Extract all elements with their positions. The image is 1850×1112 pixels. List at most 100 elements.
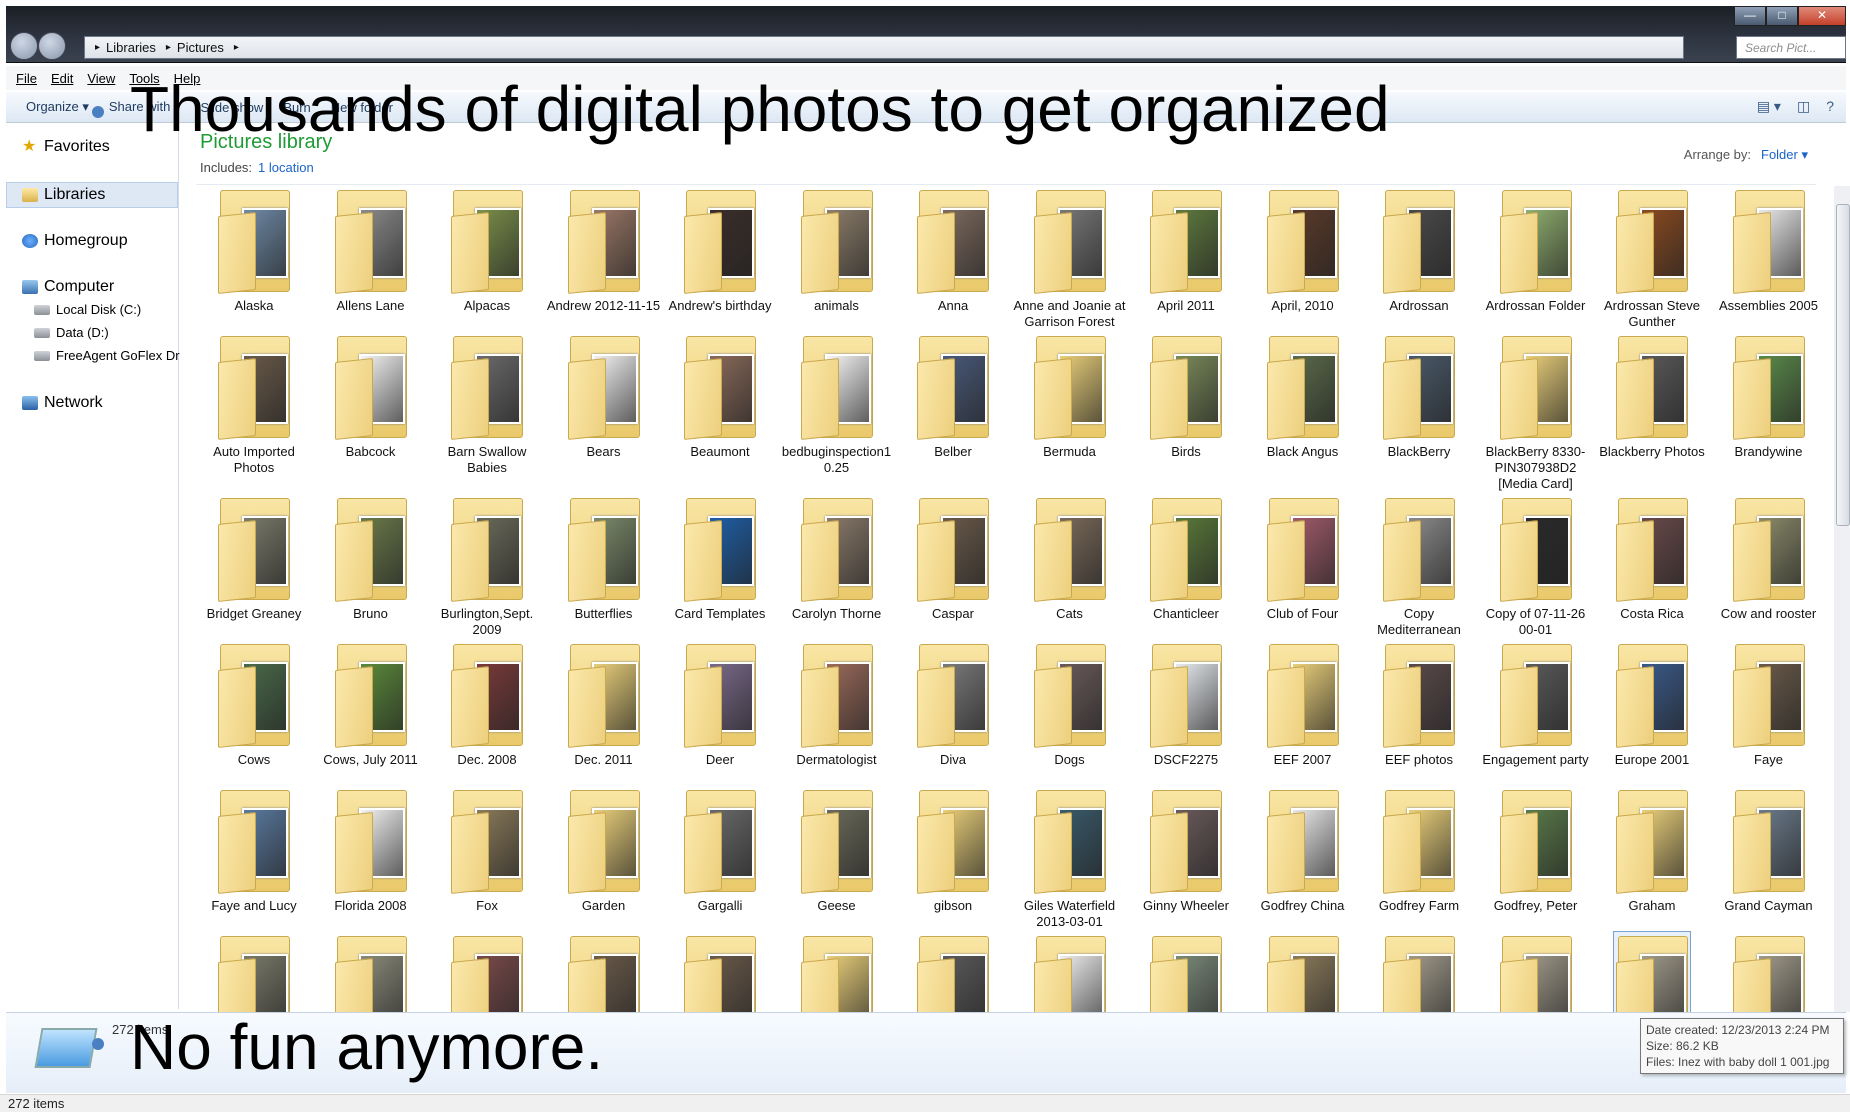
breadcrumb-chevron-icon[interactable]: ▸ xyxy=(166,42,171,53)
folder-item[interactable]: Bruno xyxy=(313,494,429,622)
back-button[interactable] xyxy=(10,32,38,60)
folder-item[interactable]: Godfrey China xyxy=(1245,786,1361,914)
folder-item[interactable]: Black Angus xyxy=(1245,332,1361,460)
nav-freeagent-drive[interactable]: FreeAgent GoFlex Dr xyxy=(34,348,180,363)
scrollbar-thumb[interactable] xyxy=(1836,204,1850,526)
folder-item[interactable]: Giles Waterfield 2013-03-01 xyxy=(1012,786,1128,930)
folder-item[interactable]: Alpacas xyxy=(429,186,545,314)
address-bar[interactable]: ▸ Libraries ▸ Pictures ▸ xyxy=(84,36,1684,59)
folder-item[interactable]: Alaska xyxy=(196,186,312,314)
folder-item[interactable]: gibson xyxy=(895,786,1011,914)
menu-view[interactable]: View xyxy=(87,71,115,86)
folder-item[interactable] xyxy=(196,932,312,1012)
nav-computer[interactable]: Computer xyxy=(22,278,114,296)
change-view-icon[interactable]: ▤ ▾ xyxy=(1757,98,1781,115)
folder-item[interactable]: Ardrossan xyxy=(1361,186,1477,314)
close-button[interactable]: ✕ xyxy=(1798,6,1846,26)
folder-item[interactable] xyxy=(1711,932,1827,1012)
folder-item[interactable]: Cats xyxy=(1012,494,1128,622)
folder-item[interactable]: Barn Swallow Babies xyxy=(429,332,545,476)
folder-item[interactable]: Faye xyxy=(1711,640,1827,768)
folder-item[interactable]: Ardrossan Steve Gunther xyxy=(1594,186,1710,330)
folder-item[interactable]: Gargalli xyxy=(662,786,778,914)
folder-item[interactable]: Chanticleer xyxy=(1128,494,1244,622)
folder-item[interactable]: Allens Lane xyxy=(313,186,429,314)
folder-item[interactable]: Cows xyxy=(196,640,312,768)
organize-button[interactable]: Organize ▾ xyxy=(26,99,89,115)
folder-item[interactable]: Graham xyxy=(1594,786,1710,914)
nav-data-d[interactable]: Data (D:) xyxy=(34,325,109,340)
breadcrumb-pictures[interactable]: Pictures xyxy=(177,40,224,55)
folder-item[interactable]: Diva xyxy=(895,640,1011,768)
folder-item[interactable] xyxy=(1128,932,1244,1012)
folder-item[interactable] xyxy=(1361,932,1477,1012)
folder-item[interactable]: Grand Cayman xyxy=(1711,786,1827,914)
preview-pane-icon[interactable]: ◫ xyxy=(1797,98,1810,115)
folder-item[interactable]: Cow and rooster xyxy=(1711,494,1827,622)
folder-item[interactable]: Butterflies xyxy=(546,494,662,622)
folder-item[interactable]: Belber xyxy=(895,332,1011,460)
folder-item[interactable]: BlackBerry 8330-PIN307938D2 [Media Card] xyxy=(1478,332,1594,492)
search-input[interactable]: Search Pict... xyxy=(1736,36,1846,59)
folder-item[interactable]: Carolyn Thorne xyxy=(779,494,895,622)
folder-item[interactable]: April, 2010 xyxy=(1245,186,1361,314)
folder-item[interactable]: Auto Imported Photos xyxy=(196,332,312,476)
folder-item[interactable] xyxy=(1594,931,1710,1012)
folder-item[interactable]: Babcock xyxy=(313,332,429,460)
nav-favorites[interactable]: ★ Favorites xyxy=(22,138,110,156)
breadcrumb-chevron-icon[interactable]: ▸ xyxy=(234,42,239,53)
nav-network[interactable]: Network xyxy=(22,394,103,412)
nav-local-disk-c[interactable]: Local Disk (C:) xyxy=(34,302,141,317)
folder-item[interactable]: Deer xyxy=(662,640,778,768)
folder-item[interactable]: Bridget Greaney xyxy=(196,494,312,622)
folder-item[interactable]: BlackBerry xyxy=(1361,332,1477,460)
help-icon[interactable]: ? xyxy=(1826,98,1834,115)
folder-item[interactable]: EEF 2007 xyxy=(1245,640,1361,768)
folder-item[interactable]: Europe 2001 xyxy=(1594,640,1710,768)
folder-item[interactable]: Florida 2008 xyxy=(313,786,429,914)
folder-item[interactable]: Blackberry Photos xyxy=(1594,332,1710,460)
folder-item[interactable]: Birds xyxy=(1128,332,1244,460)
minimize-button[interactable]: — xyxy=(1734,6,1766,26)
includes-location-link[interactable]: 1 location xyxy=(258,160,314,175)
folder-item[interactable]: April 2011 xyxy=(1128,186,1244,314)
folder-item[interactable]: EEF photos xyxy=(1361,640,1477,768)
folder-item[interactable]: Assemblies 2005 xyxy=(1711,186,1827,314)
folder-item[interactable]: bedbuginspection10.25 xyxy=(779,332,895,476)
folder-item[interactable]: Brandywine xyxy=(1711,332,1827,460)
folder-item[interactable]: Andrew's birthday xyxy=(662,186,778,314)
folder-item[interactable]: Bermuda xyxy=(1012,332,1128,460)
folder-item[interactable]: Dogs xyxy=(1012,640,1128,768)
folder-item[interactable]: Costa Rica xyxy=(1594,494,1710,622)
arrange-by-dropdown[interactable]: Folder ▾ xyxy=(1761,147,1808,162)
nav-homegroup[interactable]: Homegroup xyxy=(22,232,128,250)
folder-item[interactable] xyxy=(1478,932,1594,1012)
folder-item[interactable]: Anne and Joanie at Garrison Forest xyxy=(1012,186,1128,330)
folder-item[interactable]: Dec. 2008 xyxy=(429,640,545,768)
folder-item[interactable]: Geese xyxy=(779,786,895,914)
folder-item[interactable]: Beaumont xyxy=(662,332,778,460)
folder-item[interactable]: Ginny Wheeler xyxy=(1128,786,1244,914)
forward-button[interactable] xyxy=(38,32,66,60)
folder-item[interactable] xyxy=(1012,932,1128,1012)
folder-item[interactable]: Engagement party xyxy=(1478,640,1594,768)
nav-libraries[interactable]: Libraries xyxy=(22,186,105,204)
menu-file[interactable]: File xyxy=(16,71,37,86)
folder-item[interactable] xyxy=(546,932,662,1012)
folder-item[interactable]: Bears xyxy=(546,332,662,460)
folder-item[interactable]: Card Templates xyxy=(662,494,778,622)
folder-item[interactable] xyxy=(662,932,778,1012)
folder-item[interactable]: Dec. 2011 xyxy=(546,640,662,768)
folder-item[interactable]: DSCF2275 xyxy=(1128,640,1244,768)
folder-item[interactable]: Garden xyxy=(546,786,662,914)
folder-item[interactable]: Andrew 2012-11-15 xyxy=(546,186,662,314)
folder-item[interactable] xyxy=(1245,932,1361,1012)
folder-item[interactable]: Dermatologist xyxy=(779,640,895,768)
folder-item[interactable]: Cows, July 2011 xyxy=(313,640,429,768)
folder-item[interactable]: Copy of 07-11-26 00-01 xyxy=(1478,494,1594,638)
breadcrumb-libraries[interactable]: Libraries xyxy=(106,40,156,55)
folder-item[interactable]: Anna xyxy=(895,186,1011,314)
folder-item[interactable]: Burlington,Sept. 2009 xyxy=(429,494,545,638)
menu-edit[interactable]: Edit xyxy=(51,71,73,86)
folder-item[interactable]: Fox xyxy=(429,786,545,914)
